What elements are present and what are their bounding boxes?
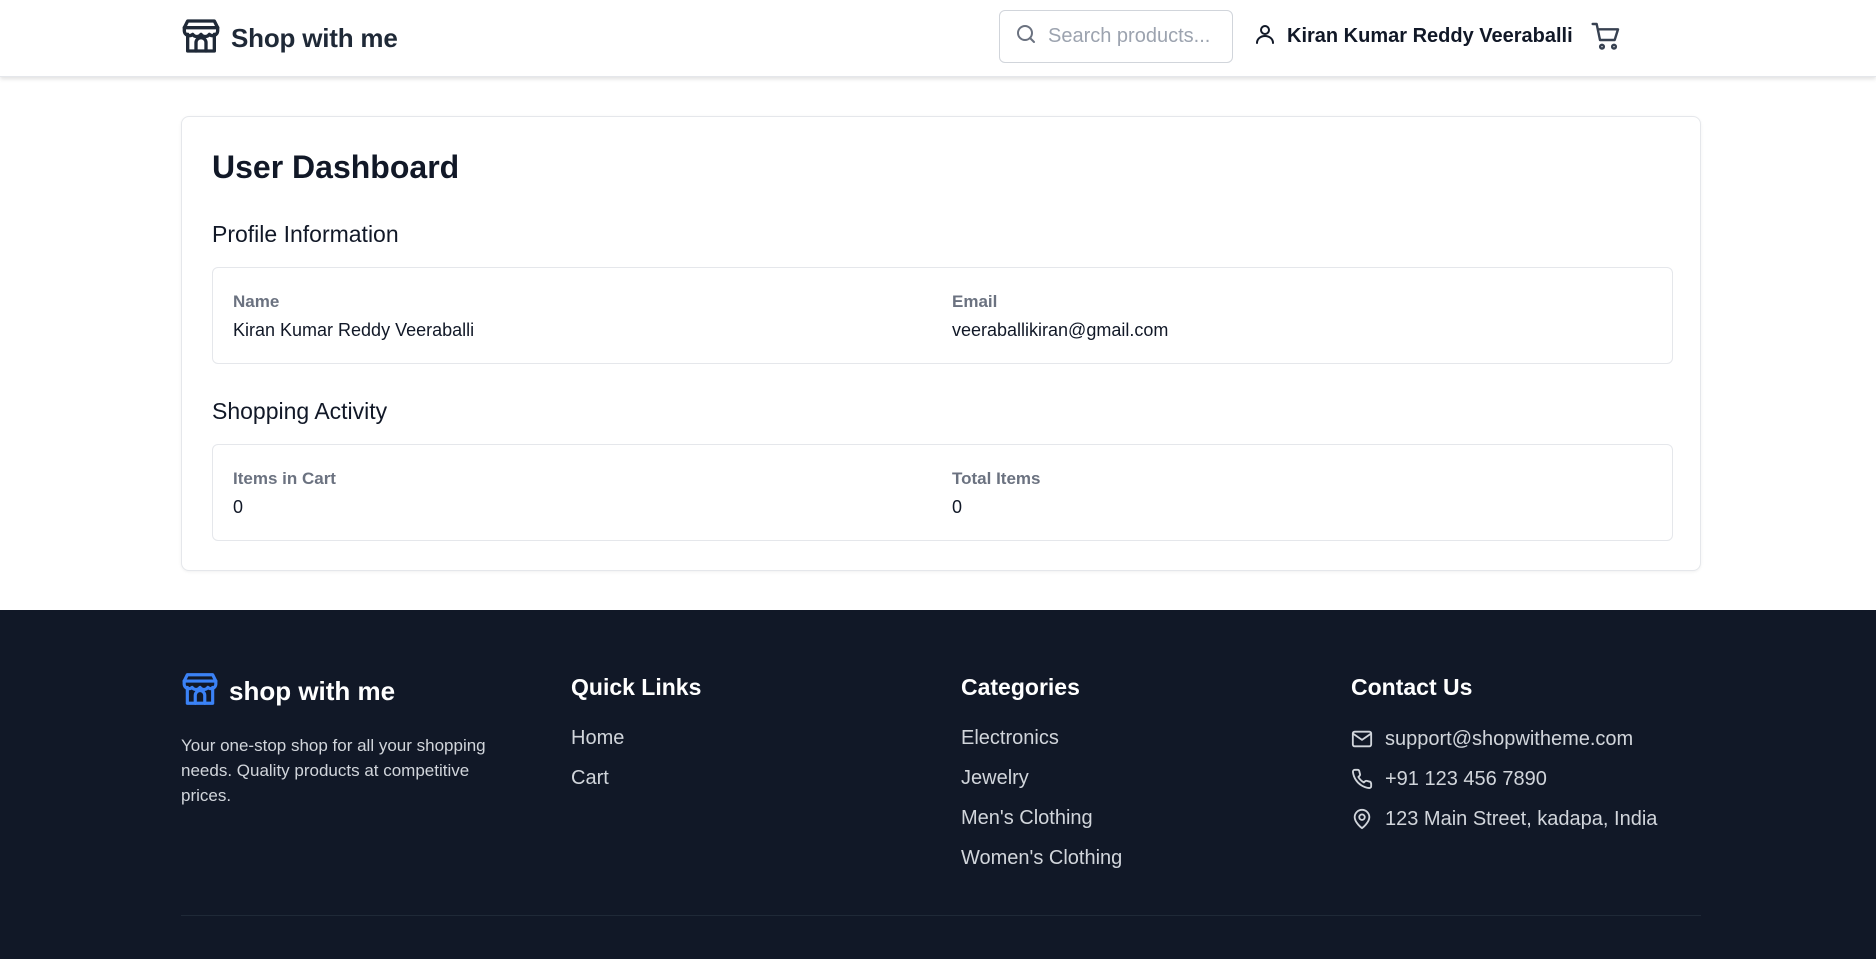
- categories-heading: Categories: [961, 674, 1080, 700]
- map-pin-icon: [1351, 808, 1373, 836]
- footer-link-womens-clothing[interactable]: Women's Clothing: [961, 848, 1122, 888]
- cart-count-field: Items in Cart 0: [233, 469, 336, 518]
- name-value: Kiran Kumar Reddy Veeraballi: [233, 320, 475, 340]
- contact-email: support@shopwitheme.com: [1351, 728, 1657, 768]
- contact-phone-text[interactable]: +91 123 456 7890: [1385, 768, 1547, 791]
- cart-button[interactable]: [1590, 20, 1622, 52]
- footer-link-jewelry[interactable]: Jewelry: [961, 768, 1122, 808]
- mail-icon: [1351, 728, 1373, 756]
- site-footer: shop with me Your one-stop shop for all …: [0, 610, 1876, 959]
- site-header: Shop with me Kiran Kumar Reddy Veeraball…: [0, 0, 1876, 77]
- cart-count-label: Items in Cart: [233, 469, 336, 488]
- profile-info-box: Name Kiran Kumar Reddy Veeraballi Email …: [212, 267, 1673, 364]
- contact-column: Contact Us support@shopwitheme.com +91 1…: [1351, 674, 1657, 848]
- name-field: Name Kiran Kumar Reddy Veeraballi: [233, 292, 474, 341]
- total-items-value: 0: [952, 497, 963, 517]
- email-label: Email: [952, 292, 998, 311]
- contact-address: 123 Main Street, kadapa, India: [1351, 808, 1657, 848]
- footer-link-electronics[interactable]: Electronics: [961, 728, 1122, 768]
- search-box[interactable]: [999, 10, 1233, 63]
- activity-info-box: Items in Cart 0 Total Items 0: [212, 444, 1673, 541]
- user-account-link[interactable]: Kiran Kumar Reddy Veeraballi: [1253, 22, 1573, 51]
- contact-heading: Contact Us: [1351, 674, 1473, 700]
- profile-section-title: Profile Information: [212, 221, 399, 247]
- brand-logo-link[interactable]: Shop with me: [181, 16, 398, 61]
- cart-count-value: 0: [233, 497, 244, 517]
- footer-link-mens-clothing[interactable]: Men's Clothing: [961, 808, 1122, 848]
- contact-email-text[interactable]: support@shopwitheme.com: [1385, 728, 1633, 751]
- contact-phone: +91 123 456 7890: [1351, 768, 1657, 808]
- brand-name: Shop with me: [231, 23, 398, 53]
- contact-address-text: 123 Main Street, kadapa, India: [1385, 808, 1658, 830]
- footer-link-home[interactable]: Home: [571, 728, 701, 768]
- quick-links-heading: Quick Links: [571, 674, 702, 700]
- activity-section-title: Shopping Activity: [212, 398, 388, 424]
- phone-icon: [1351, 768, 1373, 796]
- total-items-field: Total Items 0: [952, 469, 1040, 518]
- quick-links-column: Quick Links Home Cart: [571, 674, 701, 808]
- dashboard-card: User Dashboard Profile Information Name …: [181, 116, 1701, 571]
- store-icon: [181, 670, 219, 713]
- cart-icon: [1590, 22, 1622, 56]
- user-name: Kiran Kumar Reddy Veeraballi: [1287, 25, 1573, 47]
- name-label: Name: [233, 292, 280, 311]
- footer-brand-name: shop with me: [229, 676, 396, 706]
- footer-description: Your one-stop shop for all your shopping…: [181, 736, 486, 805]
- footer-link-cart[interactable]: Cart: [571, 768, 701, 808]
- store-icon: [181, 16, 221, 61]
- email-field: Email veeraballikiran@gmail.com: [952, 292, 1168, 341]
- categories-column: Categories Electronics Jewelry Men's Clo…: [961, 674, 1122, 888]
- footer-divider: [181, 915, 1701, 916]
- footer-brand: shop with me: [181, 670, 395, 713]
- page-title: User Dashboard: [212, 149, 460, 185]
- search-input[interactable]: [1048, 25, 1218, 48]
- search-icon: [1014, 22, 1038, 51]
- total-items-label: Total Items: [952, 469, 1041, 488]
- user-icon: [1253, 22, 1277, 51]
- email-value: veeraballikiran@gmail.com: [952, 320, 1169, 340]
